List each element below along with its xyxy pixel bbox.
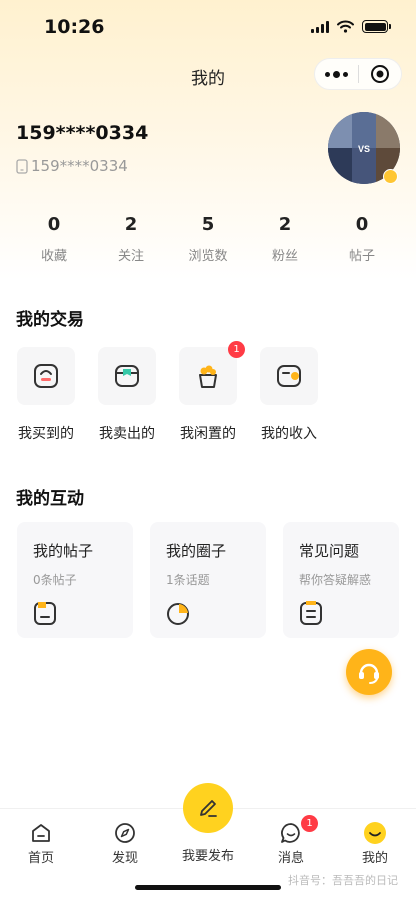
tab-discover[interactable]: 发现	[93, 821, 157, 866]
avatar-edit-icon[interactable]	[383, 169, 398, 184]
card-faq[interactable]: 常见问题 帮你答疑解惑	[283, 522, 399, 638]
status-bar: 10:26	[0, 0, 416, 54]
stat-posts[interactable]: 0 帖子	[327, 214, 397, 264]
headset-icon	[359, 663, 379, 684]
trade-item-sold[interactable]: 我卖出的	[91, 347, 163, 443]
svg-text:VS: VS	[358, 144, 370, 154]
smiley-icon	[364, 822, 386, 844]
section-title-interact: 我的互动	[16, 489, 84, 509]
profile-phone-text: 159****0334	[31, 157, 128, 175]
posts-icon	[34, 602, 56, 625]
close-mini-program-button[interactable]	[359, 59, 402, 89]
nav-bar: 我的	[0, 54, 416, 96]
profile-name: 159****0334	[16, 122, 149, 144]
home-indicator[interactable]	[135, 885, 281, 890]
stat-fans[interactable]: 2 粉丝	[250, 214, 320, 264]
signal-icon	[311, 20, 329, 33]
pen-icon	[200, 800, 217, 817]
publish-button[interactable]	[183, 783, 233, 833]
home-icon	[32, 824, 50, 842]
stat-views[interactable]: 5 浏览数	[173, 214, 243, 264]
wifi-icon	[337, 20, 354, 33]
sold-icon	[115, 365, 139, 387]
trade-item-income[interactable]: 我的收入	[253, 347, 325, 443]
message-icon	[281, 823, 300, 843]
status-time: 10:26	[44, 16, 105, 38]
phone-icon	[16, 158, 28, 174]
profile-phone: 159****0334	[16, 157, 128, 175]
tab-messages[interactable]: 消息 1	[259, 815, 323, 866]
more-dots-icon	[324, 70, 348, 78]
idle-badge: 1	[228, 341, 245, 358]
stats-row: 0 收藏 2 关注 5 浏览数 2 粉丝 0 帖子	[0, 214, 416, 270]
tab-home[interactable]: 首页	[9, 821, 73, 866]
card-my-circles[interactable]: 我的圈子 1条话题	[150, 522, 266, 638]
stat-favorites[interactable]: 0 收藏	[19, 214, 89, 264]
stat-following[interactable]: 2 关注	[96, 214, 166, 264]
more-button[interactable]	[315, 59, 358, 89]
messages-badge: 1	[301, 815, 318, 832]
section-title-trade: 我的交易	[16, 310, 84, 330]
trade-item-bought[interactable]: 我买到的	[10, 347, 82, 443]
bought-icon	[34, 364, 58, 388]
watermark: 抖音号：吾吾吾的日记	[288, 874, 398, 887]
idle-icon	[199, 365, 217, 388]
tab-mine[interactable]: 我的	[343, 821, 407, 866]
publish-label: 我要发布	[181, 849, 234, 864]
battery-icon	[362, 20, 391, 33]
customer-service-button[interactable]	[346, 649, 392, 695]
mini-program-capsule	[314, 58, 402, 90]
circle-icon	[167, 603, 189, 625]
target-close-icon	[370, 65, 389, 83]
faq-icon	[300, 601, 322, 625]
trade-item-idle[interactable]: 1 我闲置的	[172, 341, 245, 443]
compass-icon	[115, 823, 135, 843]
card-my-posts[interactable]: 我的帖子 0条帖子	[17, 522, 133, 638]
income-icon	[277, 365, 301, 387]
